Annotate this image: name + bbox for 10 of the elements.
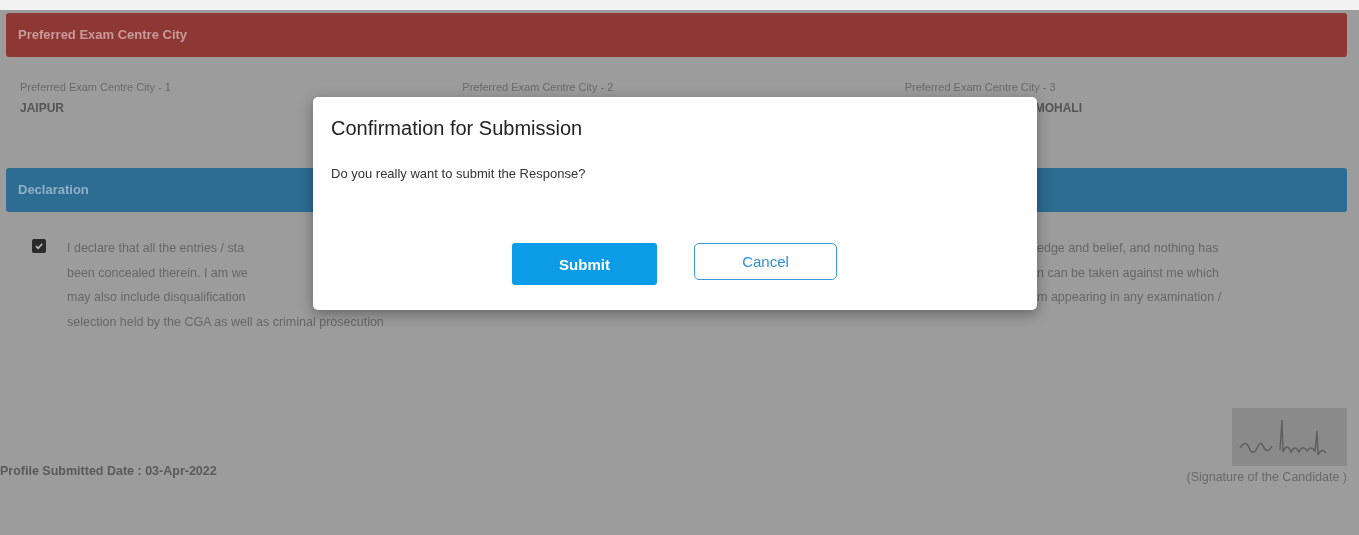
dialog-title: Confirmation for Submission — [331, 117, 584, 140]
submitted-date: Profile Submitted Date : 03-Apr-2022 — [0, 464, 217, 480]
checkbox[interactable] — [32, 239, 46, 253]
check-icon — [34, 241, 44, 251]
dialog-message: Do you really want to submit the Response? — [331, 166, 587, 181]
field-value: JAIPUR — [20, 101, 65, 115]
section-header: Preferred Exam Centre City — [6, 13, 1347, 57]
field-value: MOHALI — [1034, 101, 1083, 115]
cancel-button[interactable]: Cancel — [694, 243, 837, 280]
submit-button[interactable]: Submit — [512, 243, 657, 285]
